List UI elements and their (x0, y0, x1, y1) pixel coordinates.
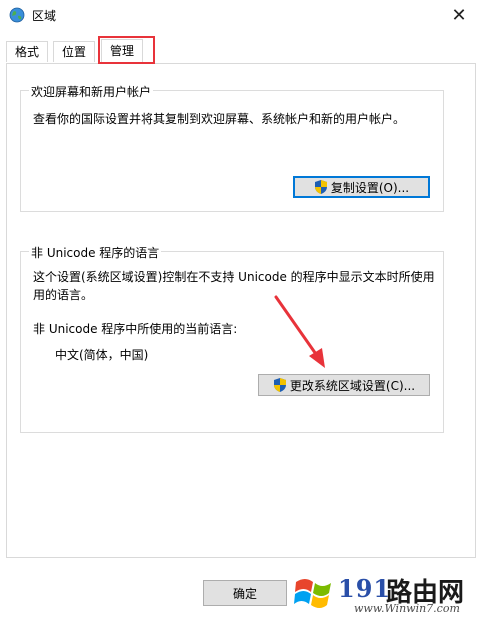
globe-icon (9, 7, 25, 23)
tab-location[interactable]: 位置 (53, 41, 96, 62)
close-icon: ✕ (451, 4, 467, 26)
tab-format[interactable]: 格式 (6, 41, 49, 62)
tab-administrative[interactable]: 管理 (101, 39, 144, 64)
tab-strip: 格式 位置 管理 (6, 39, 476, 64)
non-unicode-description-line1: 这个设置(系统区域设置)控制在不支持 Unicode 的程序中显示文本时所使用 (33, 270, 435, 284)
windows-flag-icon (294, 579, 331, 608)
current-language-value: 中文(简体，中国) (55, 348, 149, 362)
window-title: 区域 (32, 9, 57, 23)
non-unicode-group-label: 非 Unicode 程序的语言 (29, 244, 162, 261)
change-system-locale-button[interactable]: 更改系统区域设置(C)... (258, 374, 430, 396)
welcome-screen-group: 欢迎屏幕和新用户帐户 查看你的国际设置并将其复制到欢迎屏幕、系统帐户和新的用户帐… (20, 83, 444, 212)
watermark-logo: 191 路由网 www.Winwin7.com (290, 568, 482, 617)
title-bar: 区域 ✕ (0, 0, 482, 30)
non-unicode-group: 非 Unicode 程序的语言 这个设置(系统区域设置)控制在不支持 Unico… (20, 244, 444, 433)
ok-button-label: 确定 (232, 586, 257, 601)
ok-button[interactable]: 确定 (203, 580, 287, 606)
welcome-group-description: 查看你的国际设置并将其复制到欢迎屏幕、系统帐户和新的用户帐户。 (33, 112, 406, 126)
welcome-group-label: 欢迎屏幕和新用户帐户 (29, 83, 154, 100)
close-button[interactable]: ✕ (436, 0, 482, 30)
watermark-url: www.Winwin7.com (354, 602, 460, 615)
watermark-number: 191 (338, 574, 392, 603)
change-system-locale-label: 更改系统区域设置(C)... (289, 378, 416, 393)
non-unicode-description-line2: 用的语言。 (33, 288, 94, 302)
tab-panel: 欢迎屏幕和新用户帐户 查看你的国际设置并将其复制到欢迎屏幕、系统帐户和新的用户帐… (6, 63, 476, 558)
uac-shield-icon (314, 180, 327, 194)
current-language-label: 非 Unicode 程序中所使用的当前语言: (33, 322, 238, 336)
copy-settings-label: 复制设置(O)... (330, 180, 410, 195)
uac-shield-icon (273, 378, 286, 392)
copy-settings-button[interactable]: 复制设置(O)... (293, 176, 430, 198)
